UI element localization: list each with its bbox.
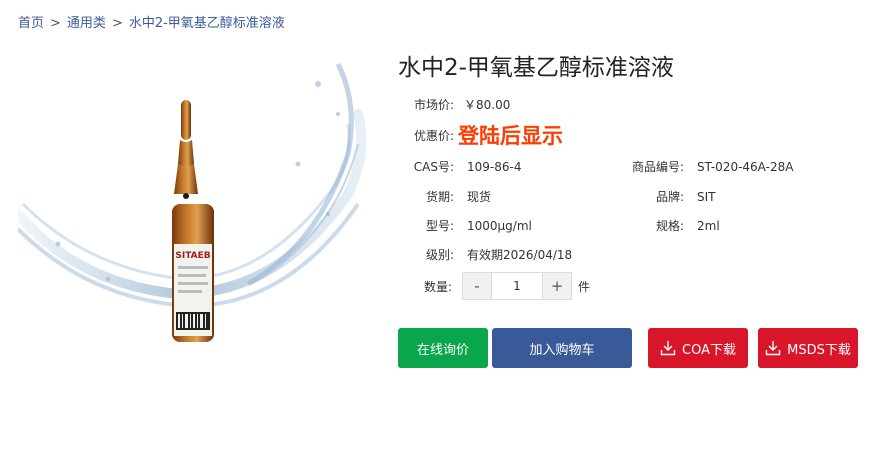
spec-label: 规格: xyxy=(655,219,684,233)
sku-label: 商品编号: xyxy=(631,160,684,174)
promo-price-label: 优惠价: xyxy=(413,128,454,143)
model-label: 型号: xyxy=(425,219,454,233)
brand-value: SIT xyxy=(697,190,716,204)
quantity-increment-button[interactable]: + xyxy=(543,273,571,299)
add-to-cart-label: 加入购物车 xyxy=(529,342,595,358)
cas-row: CAS号: 109-86-4 xyxy=(398,158,522,175)
msds-download-button[interactable]: MSDS下载 xyxy=(758,328,858,368)
coa-download-label: COA下载 xyxy=(682,342,736,358)
coa-download-button[interactable]: COA下载 xyxy=(648,328,748,368)
ampoule-illustration: SITAEB xyxy=(13,62,367,342)
model-value: 1000μg/ml xyxy=(467,219,532,233)
promo-price-row: 优惠价: 登陆后显示 xyxy=(398,120,563,150)
quantity-row: 数量: - + 件 xyxy=(420,272,590,300)
quantity-decrement-button[interactable]: - xyxy=(463,273,491,299)
brand-row: 品牌: SIT xyxy=(624,188,716,205)
grade-label: 级别: xyxy=(425,248,454,262)
grade-row: 级别: 有效期2026/04/18 xyxy=(398,246,572,263)
msds-download-label: MSDS下载 xyxy=(787,342,851,358)
breadcrumb-separator: > xyxy=(111,16,123,31)
product-title: 水中2-甲氧基乙醇标准溶液 xyxy=(398,55,674,81)
spec-value: 2ml xyxy=(697,219,720,233)
model-row: 型号: 1000μg/ml xyxy=(398,217,532,234)
ampoule-label-text: SITAEB xyxy=(175,251,210,261)
stock-value: 现货 xyxy=(467,190,492,204)
grade-value: 有效期2026/04/18 xyxy=(467,248,573,262)
market-price-row: 市场价: ￥80.00 xyxy=(398,96,510,113)
download-icon xyxy=(660,340,676,356)
product-image: SITAEB xyxy=(13,44,368,354)
add-to-cart-button[interactable]: 加入购物车 xyxy=(492,328,632,368)
online-inquiry-button[interactable]: 在线询价 xyxy=(398,328,488,368)
quantity-label: 数量: xyxy=(423,279,452,294)
cas-label: CAS号: xyxy=(413,160,454,174)
stock-label: 货期: xyxy=(425,190,454,204)
promo-price-value: 登陆后显示 xyxy=(458,124,563,148)
breadcrumb: 首页 > 通用类 > 水中2-甲氧基乙醇标准溶液 xyxy=(18,12,285,31)
breadcrumb-current-link[interactable]: 水中2-甲氧基乙醇标准溶液 xyxy=(129,16,285,31)
stock-row: 货期: 现货 xyxy=(398,188,491,205)
market-price-label: 市场价: xyxy=(413,98,454,112)
spec-row: 规格: 2ml xyxy=(624,217,720,234)
brand-label: 品牌: xyxy=(655,190,684,204)
quantity-unit: 件 xyxy=(578,279,591,294)
sku-row: 商品编号: ST-020-46A-28A xyxy=(624,158,793,175)
market-price-value: ￥80.00 xyxy=(464,98,511,112)
sku-value: ST-020-46A-28A xyxy=(697,160,794,174)
quantity-stepper: - + xyxy=(462,272,572,300)
online-inquiry-label: 在线询价 xyxy=(416,342,469,358)
download-icon xyxy=(765,340,781,356)
quantity-input[interactable] xyxy=(491,273,543,299)
cas-value: 109-86-4 xyxy=(467,160,522,174)
breadcrumb-home-link[interactable]: 首页 xyxy=(18,16,44,31)
breadcrumb-category-link[interactable]: 通用类 xyxy=(67,16,106,31)
breadcrumb-separator: > xyxy=(50,16,61,31)
